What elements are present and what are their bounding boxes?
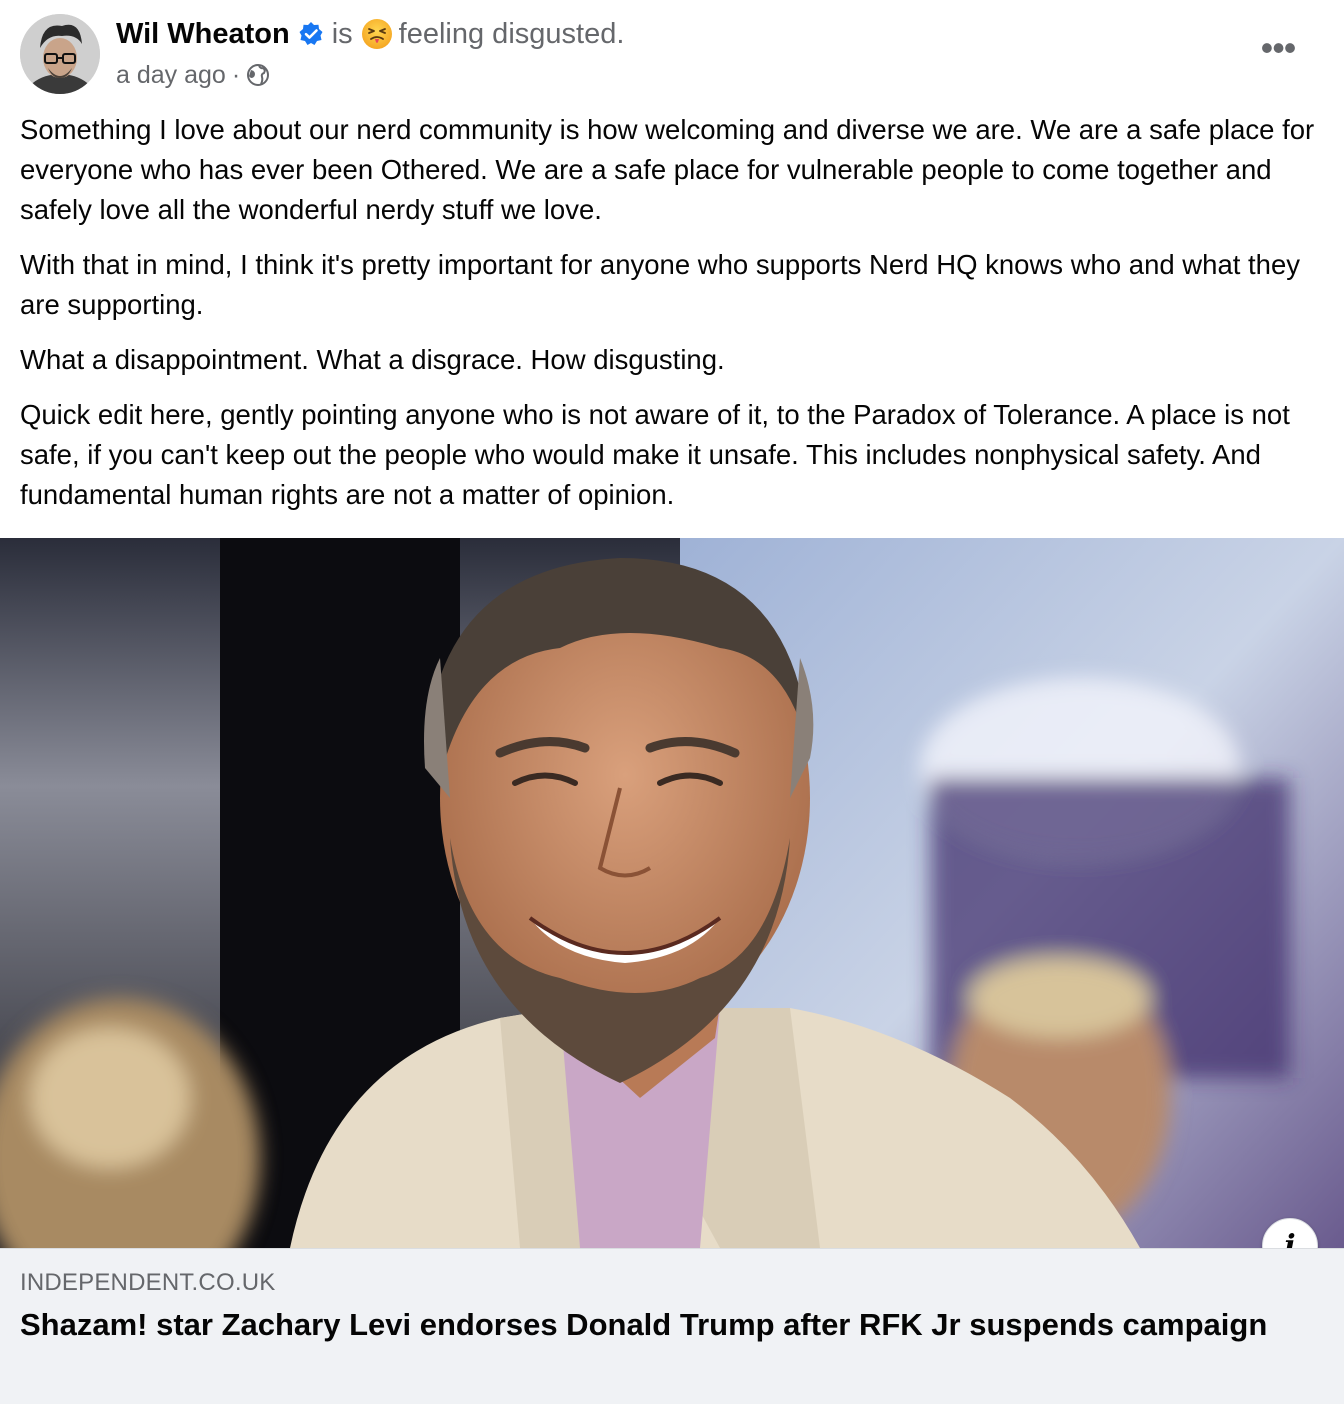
is-word: is xyxy=(331,18,353,50)
post-paragraph: Something I love about our nerd communit… xyxy=(20,114,1315,225)
disgusted-face-emoji-icon xyxy=(361,18,393,50)
post-paragraph: Quick edit here, gently pointing anyone … xyxy=(20,399,1290,510)
link-preview-card[interactable]: i INDEPENDENT.CO.UK Shazam! star Zachary… xyxy=(0,538,1344,1404)
post-paragraph: With that in mind, I think it's pretty i… xyxy=(20,249,1301,320)
post-paragraph: What a disappointment. What a disgrace. … xyxy=(20,344,725,375)
link-domain: INDEPENDENT.CO.UK xyxy=(20,1269,276,1296)
author-name[interactable]: Wil Wheaton xyxy=(116,14,290,54)
post-body: Something I love about our nerd communit… xyxy=(20,110,1330,530)
link-preview-image[interactable] xyxy=(0,538,1344,1248)
meta-separator: · xyxy=(231,61,241,89)
more-options-icon[interactable]: ••• xyxy=(1252,30,1304,66)
globe-icon[interactable] xyxy=(246,63,270,87)
link-caption[interactable]: INDEPENDENT.CO.UK Shazam! star Zachary L… xyxy=(0,1248,1344,1404)
post-meta: a day ago · xyxy=(116,58,270,92)
author-avatar[interactable] xyxy=(20,14,100,94)
link-title[interactable]: Shazam! star Zachary Levi endorses Donal… xyxy=(20,1305,1310,1345)
post-header: Wil Wheaton is feeling disgusted. xyxy=(116,14,624,54)
post-timestamp[interactable]: a day ago xyxy=(116,58,226,92)
facebook-post: Wil Wheaton is feeling disgusted. a day … xyxy=(0,0,1344,1404)
verified-badge-icon xyxy=(298,21,324,47)
feeling-text: feeling disgusted. xyxy=(398,18,625,50)
